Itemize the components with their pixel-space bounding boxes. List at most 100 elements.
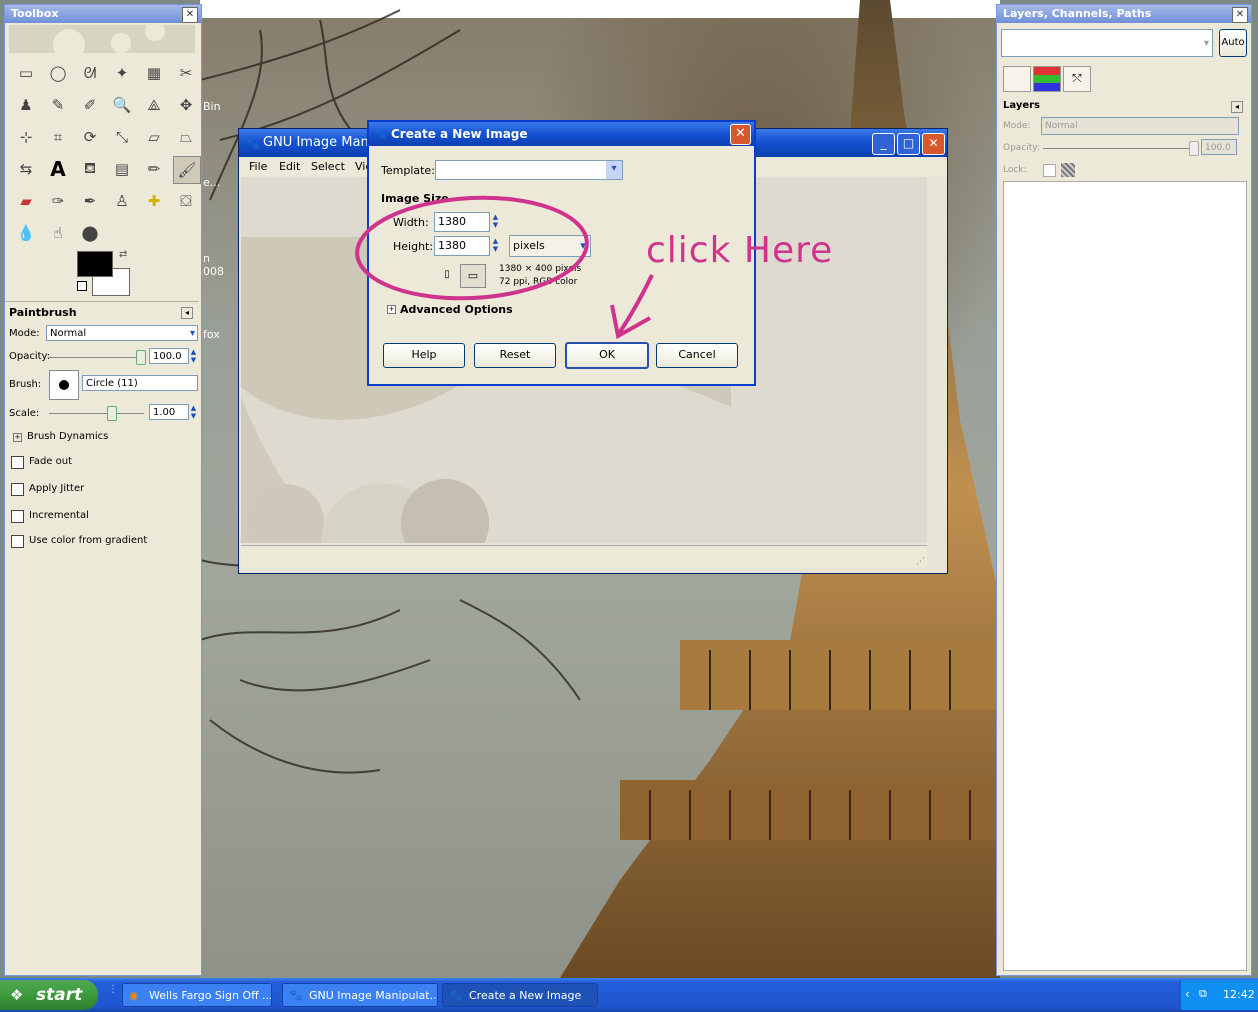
desktop-icon-label[interactable]: e...: [203, 176, 220, 189]
panel-menu-icon[interactable]: ◂: [1231, 101, 1243, 113]
text-tool-icon[interactable]: A: [45, 156, 71, 182]
default-colors-icon[interactable]: [77, 281, 87, 291]
free-select-icon[interactable]: ᘛ: [77, 60, 103, 86]
layer-opacity-input[interactable]: 100.0: [1201, 139, 1237, 155]
scale-input[interactable]: 1.00: [149, 404, 189, 420]
tab-paths-icon[interactable]: ⤲: [1063, 66, 1091, 92]
ok-button[interactable]: OK: [565, 342, 649, 369]
color-from-gradient-checkbox[interactable]: [11, 535, 24, 548]
taskbar-item-firefox[interactable]: ◉ Wells Fargo Sign Off ...: [122, 983, 272, 1007]
zoom-icon[interactable]: 🔍: [109, 92, 135, 118]
dodge-burn-icon[interactable]: ⬤: [77, 220, 103, 246]
brush-preview[interactable]: [49, 370, 79, 400]
layer-mode-select[interactable]: Normal: [1041, 117, 1239, 135]
paths-icon[interactable]: ✎: [45, 92, 71, 118]
close-icon[interactable]: ✕: [730, 124, 751, 145]
fuzzy-select-icon[interactable]: ✦: [109, 60, 135, 86]
close-icon[interactable]: ✕: [182, 7, 198, 23]
maximize-icon[interactable]: □: [897, 133, 920, 155]
rotate-icon[interactable]: ⟳: [77, 124, 103, 150]
opacity-slider[interactable]: [49, 357, 144, 358]
shear-icon[interactable]: ▱: [141, 124, 167, 150]
cancel-button[interactable]: Cancel: [656, 343, 738, 368]
resize-grip-icon[interactable]: ⋰: [916, 557, 925, 567]
lock-alpha-checkbox[interactable]: [1043, 164, 1056, 177]
foreground-color-swatch[interactable]: [77, 251, 113, 277]
opacity-slider-knob[interactable]: [136, 350, 146, 365]
taskbar-item-new-image[interactable]: 🐾 Create a New Image: [442, 983, 598, 1007]
flip-icon[interactable]: ⇆: [13, 156, 39, 182]
desktop-icon-label[interactable]: Bin: [203, 100, 221, 113]
layers-panel: Layers, Channels, Paths ✕ ▾ Auto ⤲ Layer…: [996, 4, 1252, 976]
desktop-icon-label[interactable]: fox: [203, 328, 220, 341]
desktop-icon-label[interactable]: 008: [203, 265, 224, 278]
color-picker-icon[interactable]: ✐: [77, 92, 103, 118]
panel-menu-icon[interactable]: ◂: [181, 307, 193, 319]
ellipse-select-icon[interactable]: ◯: [45, 60, 71, 86]
apply-jitter-checkbox[interactable]: [11, 483, 24, 496]
dialog-titlebar[interactable]: 🐾 Create a New Image ✕: [369, 122, 754, 146]
image-select[interactable]: ▾: [1001, 29, 1213, 57]
show-hidden-icons-icon[interactable]: ‹: [1185, 987, 1190, 1001]
tab-layers-icon[interactable]: [1003, 66, 1031, 92]
blend-icon[interactable]: ▤: [109, 156, 135, 182]
help-button[interactable]: Help: [383, 343, 465, 368]
ink-icon[interactable]: ✒: [77, 188, 103, 214]
toolbox-titlebar[interactable]: Toolbox ✕: [5, 5, 201, 23]
layers-list[interactable]: [1003, 181, 1247, 971]
smudge-icon[interactable]: ☝: [45, 220, 71, 246]
template-select[interactable]: ▾: [435, 160, 623, 180]
brush-name-field[interactable]: Circle (11): [82, 375, 198, 391]
desktop-icon-label[interactable]: n: [203, 252, 210, 265]
fade-out-checkbox[interactable]: [11, 456, 24, 469]
layers-titlebar[interactable]: Layers, Channels, Paths ✕: [997, 5, 1251, 23]
close-icon[interactable]: ✕: [922, 133, 945, 155]
close-icon[interactable]: ✕: [1232, 7, 1248, 23]
reset-button[interactable]: Reset: [474, 343, 556, 368]
perspective-clone-icon[interactable]: ⛋: [173, 188, 199, 214]
swap-colors-icon[interactable]: ⇄: [119, 249, 127, 260]
toolbox-panel: Toolbox ✕ ▭ ◯ ᘛ ✦ ▦ ✂ ♟ ✎ ✐ 🔍 ⟁ ✥ ⊹ ⌗ ⟳ …: [4, 4, 202, 976]
crop-icon[interactable]: ⌗: [45, 124, 71, 150]
auto-button[interactable]: Auto: [1219, 29, 1247, 57]
airbrush-icon[interactable]: ✑: [45, 188, 71, 214]
incremental-checkbox[interactable]: [11, 510, 24, 523]
minimize-icon[interactable]: _: [872, 133, 895, 155]
blur-icon[interactable]: 💧: [13, 220, 39, 246]
bucket-fill-icon[interactable]: ⛾: [77, 156, 103, 182]
rect-select-icon[interactable]: ▭: [13, 60, 39, 86]
expand-icon[interactable]: +: [13, 433, 22, 442]
mode-select[interactable]: Normal ▾: [46, 325, 198, 341]
layer-opacity-slider[interactable]: [1043, 148, 1191, 149]
heal-icon[interactable]: ✚: [141, 188, 167, 214]
align-icon[interactable]: ⊹: [13, 124, 39, 150]
brush-label: Brush:: [9, 379, 42, 390]
color-select-icon[interactable]: ▦: [141, 60, 167, 86]
eraser-icon[interactable]: ▰: [13, 188, 39, 214]
clone-icon[interactable]: ♙: [109, 188, 135, 214]
pencil-icon[interactable]: ✏: [141, 156, 167, 182]
menu-edit[interactable]: Edit: [279, 160, 300, 173]
brush-dynamics-expander[interactable]: Brush Dynamics: [27, 431, 108, 442]
network-icon[interactable]: ⧉: [1199, 987, 1207, 1001]
move-icon[interactable]: ✥: [173, 92, 199, 118]
clock[interactable]: 12:42: [1223, 988, 1255, 1001]
scale-slider-knob[interactable]: [107, 406, 117, 421]
taskbar-item-gimp[interactable]: 🐾 GNU Image Manipulat...: [282, 983, 438, 1007]
start-button[interactable]: ❖ start: [0, 980, 98, 1010]
checker-lock-icon[interactable]: [1061, 163, 1075, 177]
paintbrush-icon[interactable]: 🖌: [173, 156, 201, 184]
scale-slider[interactable]: [49, 413, 144, 414]
tab-channels-icon[interactable]: [1033, 66, 1061, 92]
measure-icon[interactable]: ⟁: [141, 92, 167, 118]
foreground-select-icon[interactable]: ♟: [13, 92, 39, 118]
scissors-icon[interactable]: ✂: [173, 60, 199, 86]
menu-select[interactable]: Select: [311, 160, 345, 173]
spinner-arrows-icon[interactable]: ▲ ▼: [189, 348, 198, 366]
layer-opacity-knob[interactable]: [1189, 141, 1199, 156]
opacity-input[interactable]: 100.0: [149, 348, 189, 364]
spinner-arrows-icon[interactable]: ▲ ▼: [189, 404, 198, 422]
scale-icon[interactable]: ⤡: [109, 124, 135, 150]
menu-file[interactable]: File: [249, 160, 267, 173]
perspective-icon[interactable]: ⏢: [173, 124, 199, 150]
